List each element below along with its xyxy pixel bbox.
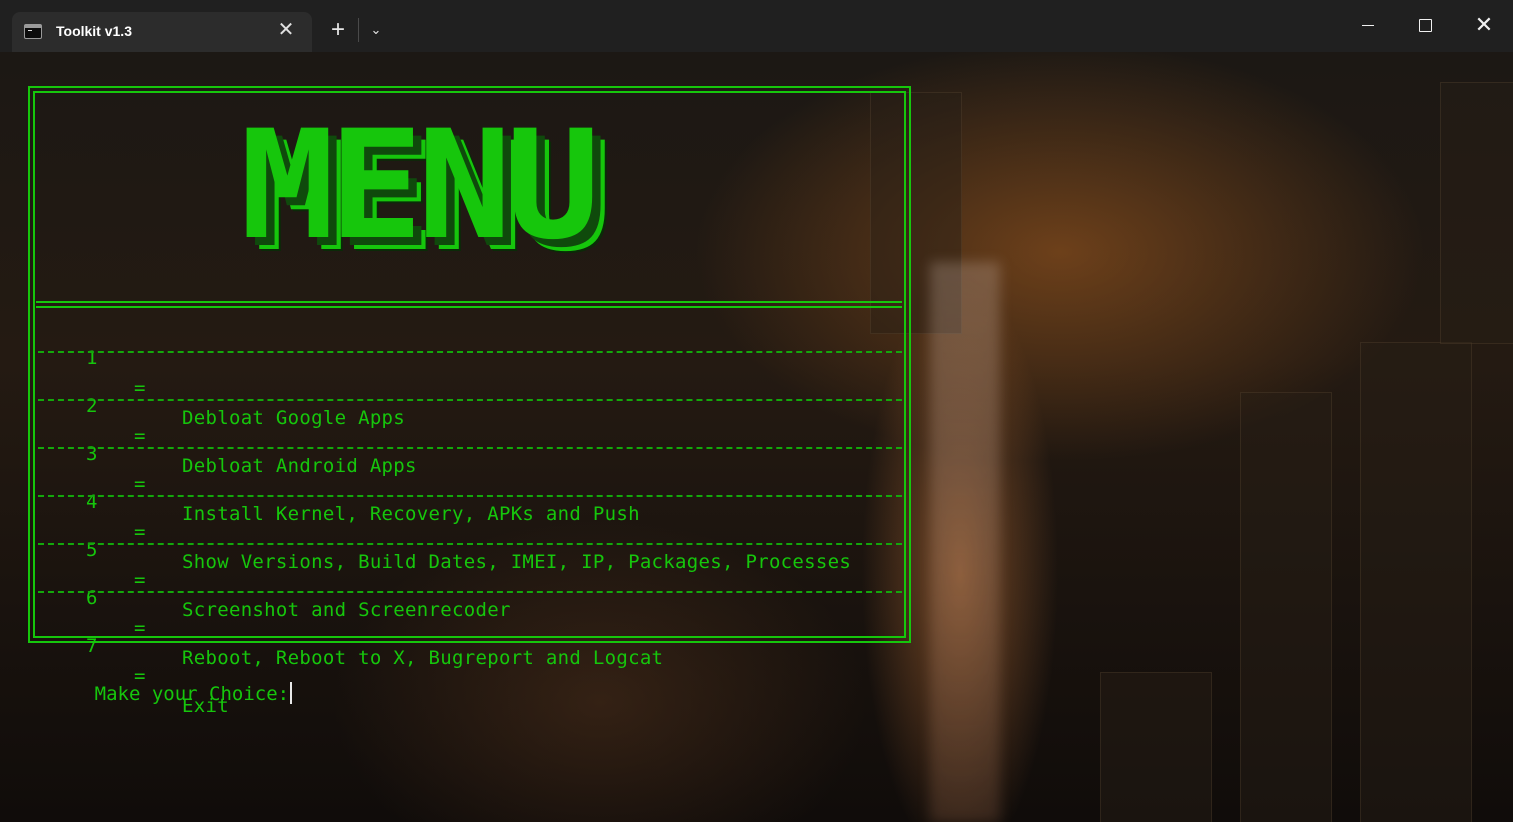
menu-item: 2 = Debloat Android Apps bbox=[36, 361, 902, 477]
tab-toolkit[interactable]: Toolkit v1.3 ✕ bbox=[12, 12, 312, 52]
background-building bbox=[1360, 342, 1472, 822]
header-divider bbox=[36, 301, 902, 303]
chevron-down-icon: ⌄ bbox=[370, 22, 382, 37]
title-bar[interactable]: Toolkit v1.3 ✕ + ⌄ ✕ bbox=[0, 0, 1513, 52]
row-divider bbox=[38, 399, 902, 401]
minimize-icon bbox=[1362, 25, 1374, 26]
new-tab-button[interactable]: + bbox=[324, 16, 352, 44]
menu-item: 5 = Screenshot and Screenrecoder bbox=[36, 505, 902, 621]
background-building bbox=[1100, 672, 1212, 822]
tab-divider bbox=[358, 18, 359, 42]
background-building bbox=[1240, 392, 1332, 822]
text-cursor bbox=[290, 682, 293, 704]
menu-item: 3 = Install Kernel, Recovery, APKs and P… bbox=[36, 409, 902, 525]
close-window-button[interactable]: ✕ bbox=[1455, 0, 1513, 52]
tab-dropdown-button[interactable]: ⌄ bbox=[362, 16, 390, 44]
background-light-beam bbox=[930, 262, 1000, 822]
plus-icon: + bbox=[330, 16, 345, 43]
terminal-icon bbox=[24, 24, 42, 39]
maximize-icon bbox=[1419, 19, 1432, 32]
tab-title: Toolkit v1.3 bbox=[56, 23, 132, 39]
prompt-label: Make your Choice: bbox=[94, 683, 290, 705]
menu-item: 7 = Exit bbox=[36, 601, 902, 717]
close-icon: ✕ bbox=[277, 19, 295, 41]
close-tab-button[interactable]: ✕ bbox=[274, 18, 298, 42]
menu-item: 4 = Show Versions, Build Dates, IMEI, IP… bbox=[36, 457, 902, 573]
row-divider bbox=[38, 351, 902, 353]
menu-logo: MENU bbox=[240, 99, 600, 273]
row-divider bbox=[38, 543, 902, 545]
background-building bbox=[1440, 82, 1513, 344]
choice-prompt[interactable]: Make your Choice: bbox=[26, 649, 293, 739]
row-divider bbox=[38, 447, 902, 449]
row-divider bbox=[38, 495, 902, 497]
minimize-button[interactable] bbox=[1339, 0, 1397, 52]
menu-item: 1 = Debloat Google Apps bbox=[36, 313, 902, 429]
row-divider bbox=[38, 591, 902, 593]
terminal-window: Toolkit v1.3 ✕ + ⌄ ✕ MENU 1 = Debloat Go… bbox=[0, 0, 1513, 822]
maximize-button[interactable] bbox=[1397, 0, 1455, 52]
terminal-pane[interactable]: MENU 1 = Debloat Google Apps 2 = Debloat… bbox=[0, 52, 1513, 822]
close-icon: ✕ bbox=[1474, 12, 1494, 37]
menu-item: 6 = Reboot, Reboot to X, Bugreport and L… bbox=[36, 553, 902, 669]
header-divider bbox=[36, 306, 902, 308]
